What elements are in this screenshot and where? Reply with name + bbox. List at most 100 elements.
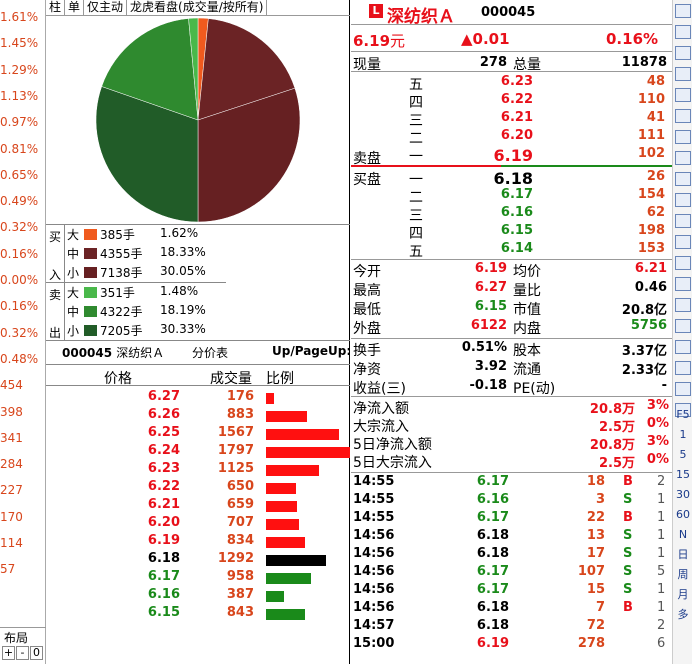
tick-count: 6 [657, 636, 666, 651]
flow-pct: 1.62% [160, 226, 199, 240]
price-unit: 元 [390, 32, 406, 50]
list-icon[interactable] [675, 130, 691, 144]
axis-label: 0.97% [0, 115, 39, 130]
axis-label: 341 [0, 430, 23, 445]
level-volume: 48 [646, 74, 665, 89]
price-row: 6.15 843 [46, 605, 350, 623]
period-button[interactable]: 5 [675, 448, 691, 462]
info-icon[interactable] [675, 172, 691, 186]
axis-label: 0.32% [0, 220, 39, 235]
tab-2[interactable]: 仅主动 [84, 0, 128, 15]
fiz-icon[interactable] [675, 235, 691, 249]
period-button[interactable]: 1 [675, 428, 691, 442]
ask-row: 三 6.21 41 [351, 110, 672, 129]
chart2-icon[interactable] [675, 319, 691, 333]
f10b-icon[interactable] [675, 214, 691, 228]
line-chart-icon[interactable] [675, 67, 691, 81]
flow-side-label: 出 [49, 326, 62, 340]
candle-icon[interactable] [675, 88, 691, 102]
level-price: 6.15 [500, 223, 533, 238]
stat-value: 0.46 [634, 280, 667, 295]
tick-price: 6.18 [476, 546, 509, 561]
flow-size: 中 [67, 247, 80, 261]
f10-icon[interactable] [675, 151, 691, 165]
period-button[interactable]: 15 [675, 468, 691, 482]
volume-cell: 843 [226, 605, 254, 620]
tick-row: 14:56 6.17 107 S 5 [351, 564, 672, 582]
axis-label: 0.65% [0, 167, 39, 182]
level-price: 6.16 [500, 205, 533, 220]
stat-value: 6.27 [474, 280, 507, 295]
tick-time: 14:56 [353, 564, 395, 579]
axis-label: 0.48% [0, 351, 39, 366]
period-button[interactable]: 周 [675, 568, 691, 582]
add-icon[interactable] [675, 46, 691, 60]
level-volume: 26 [646, 169, 665, 184]
zoom-icon[interactable] [675, 277, 691, 291]
flow-volume: 4355手 [100, 247, 143, 261]
tick-time: 14:56 [353, 582, 395, 597]
tick-time: 14:57 [353, 618, 395, 633]
volume-cell: 958 [226, 569, 254, 584]
plus-icon[interactable] [675, 382, 691, 396]
flow-swatch [84, 287, 97, 298]
layout-control-button[interactable]: 0 [30, 646, 43, 660]
stat-value: 6.19 [474, 261, 507, 276]
flow-percent: 3% [646, 434, 669, 449]
tab-0[interactable]: 柱 [46, 0, 66, 15]
tab-bar: 柱单仅主动 龙虎看盘(成交量/按所有) [46, 0, 350, 16]
bid-book: 一 6.18 26 二 6.17 154 三 6.16 62 四 6.15 198 五 6.14 153 [351, 169, 672, 261]
flow-label: 5日大宗流入 [353, 455, 432, 471]
period-button[interactable]: 日 [675, 548, 691, 562]
tab-3[interactable]: 龙虎看盘(成交量/按所有) [127, 0, 268, 15]
price-row: 6.25 1567 [46, 425, 350, 443]
period-button[interactable]: 60 [675, 508, 691, 522]
tick-flag: B [623, 474, 633, 489]
layout-control-button[interactable]: - [16, 646, 29, 660]
period-button[interactable]: 30 [675, 488, 691, 502]
table-icon[interactable] [675, 109, 691, 123]
chart3-icon[interactable] [675, 340, 691, 354]
close-icon[interactable] [675, 4, 691, 18]
tick-time: 14:56 [353, 600, 395, 615]
period-button[interactable]: N [675, 528, 691, 542]
sell-label: 卖盘 [353, 151, 381, 167]
period-button[interactable]: 月 [675, 588, 691, 602]
tick-volume: 17 [586, 546, 605, 561]
fundamentals-block: 换手 0.51% 股本 3.37亿 净资 3.92 流通 2.33亿 收益(三) -0.18 PE(… [351, 340, 672, 397]
level-price: 6.14 [500, 241, 533, 256]
price-table: 6.27 176 6.26 883 6.25 1567 6.24 1797 6.23 1125 6.… [46, 389, 350, 629]
period-button[interactable]: F5 [675, 408, 691, 422]
ratio-bar [266, 501, 297, 512]
ratio-bar [266, 447, 350, 458]
pct-icon[interactable] [675, 361, 691, 375]
flow-size: 小 [67, 266, 80, 280]
tick-list: 14:55 6.17 18 B 2 14:55 6.16 3 S 1 14:55 6.17 22 B 1 14… [351, 474, 672, 654]
table2-icon[interactable] [675, 193, 691, 207]
price-cell: 6.19 [147, 533, 180, 548]
tick-volume: 72 [586, 618, 605, 633]
ratio-bar [266, 555, 327, 566]
stat-label: 均价 [513, 264, 541, 280]
tick-count: 1 [657, 492, 666, 507]
flow-label: 大宗流入 [353, 419, 409, 435]
tab-1[interactable]: 单 [65, 0, 85, 15]
wave-icon[interactable] [675, 298, 691, 312]
volume-cell: 1567 [217, 425, 254, 440]
price-row: 6.21 659 [46, 497, 350, 515]
tick-volume: 22 [586, 510, 605, 525]
layout-control-button[interactable]: + [2, 646, 15, 660]
price-row: 6.19 834 [46, 533, 350, 551]
flow-amount: 2.5万 [598, 420, 635, 435]
tick-flag: S [623, 528, 633, 543]
period-button[interactable]: 多 [675, 608, 691, 622]
axis-label: 284 [0, 457, 23, 472]
axis-label: 57 [0, 562, 16, 577]
layout-label[interactable]: 布局 [4, 629, 50, 646]
bid-row: 四 6.15 198 [351, 223, 672, 242]
bid-row: 一 6.18 26 [351, 169, 672, 188]
tick-time: 14:55 [353, 492, 395, 507]
grid-icon[interactable] [675, 25, 691, 39]
capital-flow-row: 5日大宗流入 2.5万 0% [351, 452, 672, 471]
fw-icon[interactable] [675, 256, 691, 270]
